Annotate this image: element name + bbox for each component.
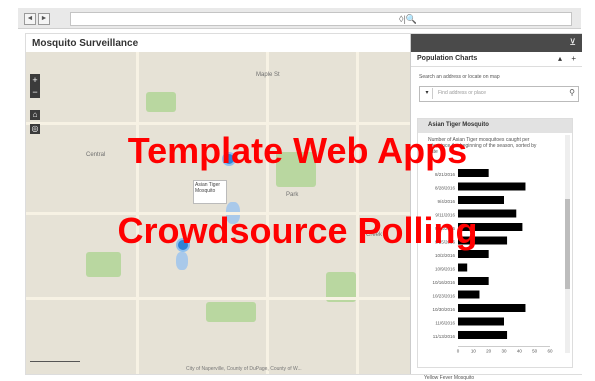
chart-category-label: 8/21/2016: [435, 172, 456, 177]
chart-tick-label: 0: [457, 349, 460, 354]
overlay-title-line1: Template Web Apps: [127, 130, 468, 171]
collapse-icon[interactable]: ▴: [558, 54, 562, 63]
map-attribution: City of Naperville, County of DuPage, Co…: [186, 366, 302, 372]
search-input[interactable]: Find address or place: [438, 90, 486, 96]
map-label: Maple St: [256, 72, 280, 78]
chart-tick-label: 60: [547, 349, 553, 354]
chart-bar[interactable]: [458, 290, 480, 299]
chart-bar[interactable]: [458, 304, 526, 312]
app-title: Mosquito Surveillance: [32, 38, 139, 49]
chart-category-label: 11/6/2016: [435, 321, 455, 326]
park-area: [206, 302, 256, 322]
chart-category-label: 10/16/2016: [432, 280, 455, 285]
search-source-dropdown[interactable]: ▾: [422, 88, 433, 99]
chart-bar[interactable]: [458, 182, 526, 191]
search-hint: Search an address or locate on map: [419, 74, 500, 80]
address-bar-icons[interactable]: ◊|🔍: [399, 13, 417, 25]
browser-toolbar: ◄ ► ◊|🔍: [18, 8, 581, 29]
chart-tick-label: 20: [486, 349, 492, 354]
home-icon[interactable]: ⌂: [30, 110, 40, 120]
panel-title: Population Charts: [417, 55, 478, 62]
chart-category-label: 10/30/2016: [432, 307, 455, 312]
bar-chart: 8/21/20168/28/20169/4/20169/11/20169/18/…: [432, 169, 553, 354]
chart-bar[interactable]: [458, 196, 504, 204]
road: [26, 122, 410, 125]
next-chart-title[interactable]: Yellow Fever Mosquito: [424, 375, 474, 381]
map-popup: Asian Tiger Mosquito: [193, 180, 227, 204]
zoom-control: + −: [30, 74, 40, 98]
water-body: [176, 252, 188, 270]
panel-header: Population Charts ▴ +: [411, 52, 582, 67]
side-panel: ⊻ Population Charts ▴ + Search an addres…: [410, 34, 582, 381]
chart-title: Asian Tiger Mosquito: [428, 122, 489, 128]
address-search[interactable]: ▾ Find address or place ⚲: [419, 86, 579, 102]
forward-button[interactable]: ►: [38, 13, 50, 25]
chart-category-label: 10/23/2016: [432, 294, 455, 299]
zoom-in-button[interactable]: +: [30, 74, 40, 86]
chart-bar[interactable]: [458, 317, 504, 326]
back-button[interactable]: ◄: [24, 13, 36, 25]
park-area: [86, 252, 121, 277]
chart-bar[interactable]: [458, 263, 468, 272]
zoom-out-button[interactable]: −: [30, 86, 40, 98]
overlay-title-line2: Crowdsource Polling: [117, 210, 478, 251]
scale-bar: [30, 358, 80, 362]
search-icon[interactable]: ⚲: [569, 88, 575, 97]
park-area: [146, 92, 176, 112]
address-bar[interactable]: ◊|🔍: [70, 12, 572, 26]
chart-bar[interactable]: [458, 331, 508, 339]
chart-category-label: 9/4/2016: [437, 199, 455, 204]
chart-bar[interactable]: [458, 277, 489, 285]
chart-category-label: 10/2/2016: [435, 253, 456, 258]
chart-category-label: 10/9/2016: [435, 267, 456, 272]
chart-tick-label: 30: [501, 349, 507, 354]
expand-icon[interactable]: +: [571, 54, 576, 63]
app-window: Mosquito Surveillance Maple St Central P…: [25, 33, 582, 381]
chart-tick-label: 40: [517, 349, 523, 354]
map-label: Park: [286, 192, 299, 198]
chart-category-label: 8/28/2016: [435, 186, 456, 191]
chart-tick-label: 10: [471, 349, 477, 354]
chart-category-label: 11/13/2016: [433, 334, 456, 339]
chart-tick-label: 50: [532, 349, 538, 354]
panel-toolbar: ⊻: [411, 34, 582, 52]
basemap-icon[interactable]: ⊻: [569, 37, 576, 48]
road: [26, 297, 410, 300]
